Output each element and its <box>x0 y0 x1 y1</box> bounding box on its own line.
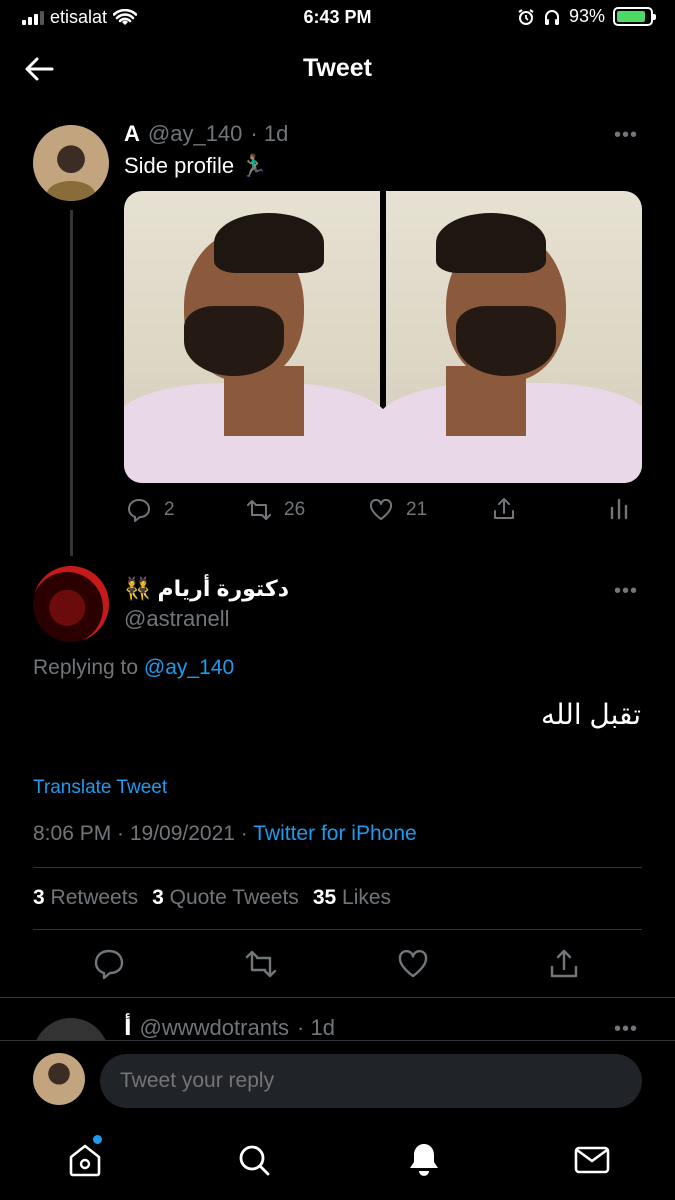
avatar <box>33 1053 85 1105</box>
likes-stat-count: 35 <box>312 886 337 909</box>
headphones-icon <box>544 9 559 25</box>
author-handle[interactable]: @ay_140 <box>148 121 243 147</box>
share-icon[interactable] <box>547 947 581 981</box>
heart-icon <box>369 498 393 520</box>
replying-to-link[interactable]: @ay_140 <box>144 656 234 679</box>
author-name[interactable]: أ <box>124 1015 132 1041</box>
replying-prefix: Replying to <box>33 656 144 679</box>
author-handle[interactable]: @wwwdotrants <box>140 1015 290 1041</box>
status-right: 93% <box>517 6 656 27</box>
retweet-icon <box>247 500 271 520</box>
alarm-icon <box>518 8 534 25</box>
reply-input[interactable] <box>100 1054 642 1108</box>
author-name[interactable]: A <box>124 121 140 147</box>
tweet-header: أ @wwwdotrants · 1d <box>124 1015 335 1041</box>
avatar[interactable] <box>33 125 109 201</box>
divider <box>0 997 675 998</box>
avatar[interactable] <box>33 566 109 642</box>
reply-icon[interactable] <box>92 947 126 981</box>
quotes-stat-count: 3 <box>152 886 164 909</box>
photo-left[interactable] <box>124 191 390 483</box>
quotes-stat[interactable]: 3 Quote Tweets <box>152 886 299 910</box>
replying-to: Replying to @ay_140 <box>33 656 234 680</box>
tweet-age: · 1d <box>250 121 289 146</box>
battery-icon <box>613 7 656 26</box>
divider <box>33 867 642 868</box>
more-options-icon[interactable]: ••• <box>614 124 638 147</box>
page-title: Tweet <box>303 54 372 82</box>
battery-percent: 93% <box>568 6 605 26</box>
search-icon[interactable] <box>234 1140 274 1180</box>
photo-right[interactable] <box>376 191 642 483</box>
messages-icon[interactable] <box>572 1140 612 1180</box>
retweets-stat[interactable]: 3 Retweets <box>33 886 138 910</box>
likes-stat[interactable]: 35 Likes <box>313 886 391 910</box>
retweet-icon[interactable] <box>244 947 278 981</box>
author-name[interactable]: دكتورة أريام 👯 <box>124 576 289 602</box>
tweet-text: تقبل الله <box>541 699 641 730</box>
reply-icon <box>128 499 150 522</box>
tweet-text: Side profile 🏃🏽‍♂️ <box>124 153 268 178</box>
retweets-stat-count: 3 <box>33 886 45 909</box>
reply-button[interactable]: 2 <box>126 497 175 523</box>
like-button[interactable]: 21 <box>368 497 427 523</box>
heart-icon[interactable] <box>396 947 430 981</box>
like-count: 21 <box>406 499 428 520</box>
divider <box>33 929 642 930</box>
source-link[interactable]: Twitter for iPhone <box>253 822 416 845</box>
timestamp-text: 8:06 PM · 19/09/2021 · <box>33 822 254 845</box>
retweet-count: 26 <box>284 499 306 520</box>
more-options-icon[interactable]: ••• <box>614 1018 638 1041</box>
author-handle[interactable]: @astranell <box>124 606 230 632</box>
notifications-icon[interactable] <box>404 1140 444 1180</box>
tweet-header: A @ay_140 · 1d <box>124 121 288 147</box>
tweet-stats: 3 Retweets 3 Quote Tweets 35 Likes <box>33 886 391 910</box>
tweet-age: · 1d <box>297 1015 335 1040</box>
thread-line <box>70 210 73 556</box>
quotes-stat-label: Quote Tweets <box>169 886 299 909</box>
tweet-timestamp: 8:06 PM · 19/09/2021 · Twitter for iPhon… <box>33 822 417 846</box>
translate-tweet-link[interactable]: Translate Tweet <box>33 777 167 799</box>
more-options-icon[interactable]: ••• <box>614 580 638 603</box>
retweet-button[interactable]: 26 <box>246 497 305 523</box>
share-icon[interactable] <box>491 496 517 522</box>
home-icon[interactable] <box>65 1140 105 1180</box>
likes-stat-label: Likes <box>342 886 392 909</box>
status-bar: etisalat 6:43 PM 93% <box>0 0 675 36</box>
retweets-stat-label: Retweets <box>50 886 139 909</box>
tweet-media[interactable] <box>124 191 642 483</box>
home-badge <box>93 1135 102 1144</box>
analytics-icon[interactable] <box>606 496 632 522</box>
reply-count: 2 <box>164 499 175 520</box>
